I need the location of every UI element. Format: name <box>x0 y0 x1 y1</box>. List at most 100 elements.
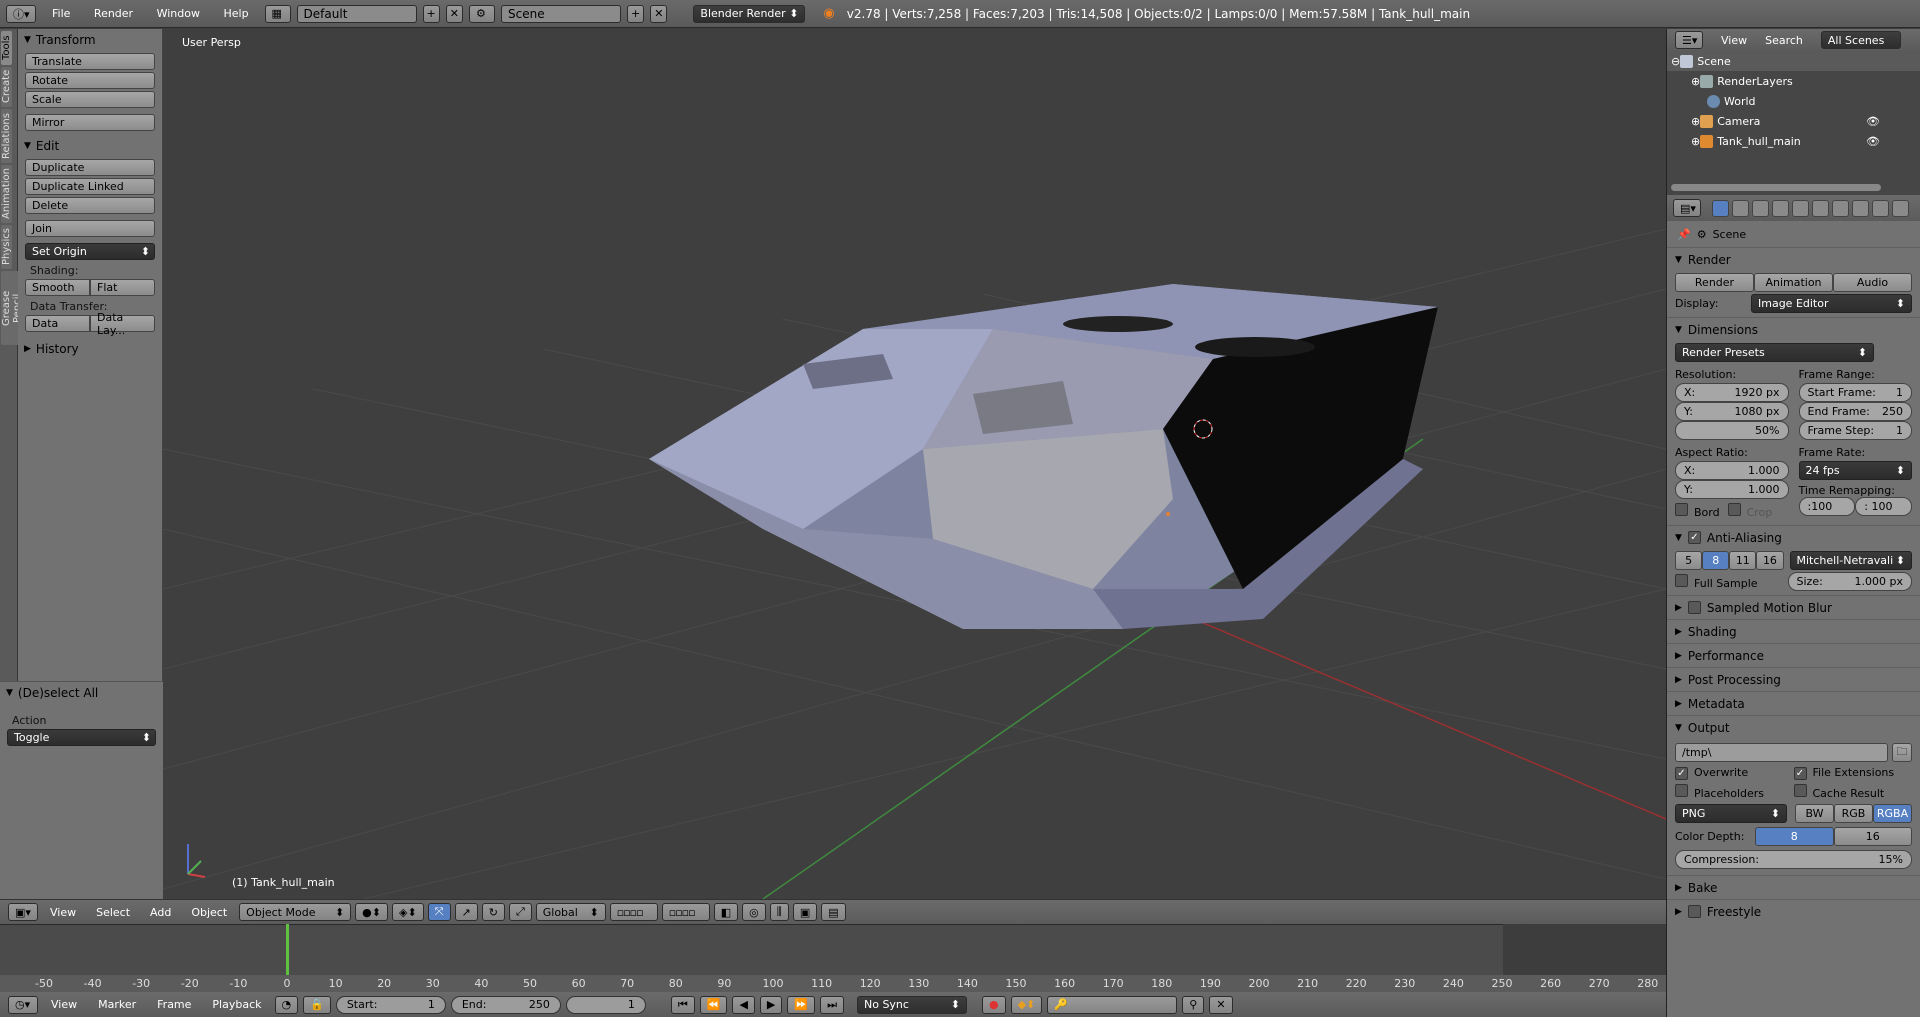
menu-view-timeline[interactable]: View <box>51 998 77 1011</box>
delete-button[interactable]: Delete <box>25 197 155 214</box>
output-path-field[interactable]: /tmp\ <box>1675 743 1888 762</box>
sync-select[interactable]: No Sync ⬍ <box>856 995 967 1014</box>
display-select[interactable]: Image Editor ⬍ <box>1751 294 1912 313</box>
menu-select[interactable]: Select <box>96 906 130 919</box>
menu-object[interactable]: Object <box>191 906 227 919</box>
tab-relations[interactable]: Relations <box>1 109 12 163</box>
join-button[interactable]: Join <box>25 220 155 237</box>
motion-blur-panel-header[interactable]: ▶ Sampled Motion Blur <box>1667 595 1920 619</box>
color-rgba-button[interactable]: RGBA <box>1873 804 1912 823</box>
full-sample-checkbox[interactable]: Full Sample <box>1675 573 1782 590</box>
frame-step-field[interactable]: Frame Step: 1 <box>1798 421 1912 440</box>
frame-rate-select[interactable]: 24 fps ⬍ <box>1798 461 1912 480</box>
scale-button[interactable]: Scale <box>25 91 155 108</box>
remove-layout-button[interactable]: ✕ <box>445 4 463 23</box>
scale-manipulator-icon[interactable]: ⤢ <box>508 903 532 921</box>
operator-panel-header[interactable]: ▼ (De)select All <box>0 682 163 704</box>
menu-render[interactable]: Render <box>94 7 133 20</box>
editor-type-3d-button[interactable]: ▣▾ <box>8 903 38 921</box>
outliner-item-renderlayers[interactable]: ⊕ RenderLayers <box>1667 71 1920 91</box>
snap-icon[interactable]: ⫼ <box>769 903 789 921</box>
material-tab-icon[interactable] <box>1872 199 1889 217</box>
rotate-button[interactable]: Rotate <box>25 72 155 89</box>
data-tab-icon[interactable] <box>1852 199 1869 217</box>
editor-type-properties-button[interactable]: ▤▾ <box>1673 199 1701 217</box>
3d-viewport[interactable] <box>163 29 1666 899</box>
layers-grid-icon[interactable]: ▫▫▫▫ <box>609 903 658 921</box>
tab-tools[interactable]: Tools <box>1 31 12 65</box>
dimensions-panel-header[interactable]: ▼ Dimensions <box>1667 317 1920 341</box>
flat-button[interactable]: Flat <box>90 279 155 296</box>
file-format-select[interactable]: PNG ⬍ <box>1675 804 1787 823</box>
res-y-field[interactable]: Y: 1080 px <box>1675 402 1789 421</box>
layers-grid-icon-2[interactable]: ▫▫▫▫ <box>661 903 710 921</box>
anti-aliasing-panel-header[interactable]: ▼ ✓ Anti-Aliasing <box>1667 525 1920 549</box>
menu-file[interactable]: File <box>52 7 70 20</box>
mirror-button[interactable]: Mirror <box>25 114 155 131</box>
proportional-edit-icon[interactable]: ◎ <box>742 903 766 921</box>
prev-keyframe-icon[interactable]: ⏪ <box>699 995 728 1014</box>
filter-size-field[interactable]: Size: 1.000 px <box>1787 572 1912 591</box>
editor-type-info-button[interactable]: ⓘ▾ <box>6 4 36 23</box>
overwrite-checkbox[interactable]: ✓ Overwrite <box>1675 766 1794 780</box>
keying-set-field[interactable]: 🔑 <box>1047 995 1178 1014</box>
world-tab-icon[interactable] <box>1772 199 1789 217</box>
performance-panel-header[interactable]: ▶ Performance <box>1667 643 1920 667</box>
metadata-panel-header[interactable]: ▶ Metadata <box>1667 691 1920 715</box>
constraints-tab-icon[interactable] <box>1812 199 1829 217</box>
aa-filter-select[interactable]: Mitchell-Netravali ⬍ <box>1789 551 1912 570</box>
scene-tab-icon[interactable] <box>1752 199 1769 217</box>
motion-blur-checkbox[interactable] <box>1687 601 1701 614</box>
aa-samples-8[interactable]: 8 <box>1702 551 1730 570</box>
rotate-manipulator-icon[interactable]: ↻ <box>481 903 505 921</box>
action-dropdown[interactable]: Toggle ⬍ <box>7 729 156 746</box>
play-reverse-icon[interactable]: ◀ <box>732 995 755 1014</box>
transform-panel-header[interactable]: ▼ Transform <box>18 29 162 51</box>
frame-ruler[interactable]: -50 -40 -30 -20 -10 0 10 20 30 40 50 60 70 80 90 100 110… <box>0 975 1666 992</box>
add-scene-button[interactable]: + <box>626 4 645 23</box>
add-layout-button[interactable]: + <box>422 4 440 23</box>
data-layers-button[interactable]: Data Lay... <box>90 311 155 337</box>
opengl-render-icon[interactable]: ▣ <box>792 903 818 921</box>
lock-icon[interactable]: 🔒 <box>303 995 331 1014</box>
audio-button[interactable]: Audio <box>1833 273 1912 292</box>
start-frame-prop-field[interactable]: Start Frame: 1 <box>1798 383 1912 402</box>
aa-samples-5[interactable]: 5 <box>1675 551 1703 570</box>
outliner-item-tank-hull[interactable]: ⊕ Tank_hull_main 👁 <box>1667 131 1920 151</box>
output-panel-header[interactable]: ▼ Output <box>1667 715 1920 739</box>
depth-16-button[interactable]: 16 <box>1833 827 1912 846</box>
menu-playback[interactable]: Playback <box>212 998 261 1011</box>
pivot-select[interactable]: ◈⬍ <box>392 903 424 921</box>
render-engine-select[interactable]: Blender Render ⬍ <box>693 4 806 23</box>
tab-physics[interactable]: Physics <box>1 225 12 269</box>
visibility-eye-icon[interactable]: 👁 <box>1866 115 1880 128</box>
outliner-item-camera[interactable]: ⊕ Camera 👁 <box>1667 111 1920 131</box>
menu-view[interactable]: View <box>50 906 76 919</box>
freestyle-panel-header[interactable]: ▶ Freestyle <box>1667 899 1920 923</box>
end-frame-prop-field[interactable]: End Frame: 250 <box>1798 402 1912 421</box>
aa-samples-11[interactable]: 11 <box>1729 551 1757 570</box>
menu-frame[interactable]: Frame <box>157 998 191 1011</box>
editor-type-outliner-button[interactable]: ☰▾ <box>1675 31 1703 49</box>
mode-select[interactable]: Object Mode ⬍ <box>239 903 352 921</box>
smooth-button[interactable]: Smooth <box>25 279 90 296</box>
history-panel-header[interactable]: ▶ History <box>18 338 162 360</box>
translate-button[interactable]: Translate <box>25 53 155 70</box>
pin-icon[interactable]: 📌 <box>1677 228 1691 241</box>
orientation-select[interactable]: Global ⬍ <box>535 903 606 921</box>
current-frame-field[interactable]: 1 <box>565 995 646 1014</box>
bord-checkbox[interactable]: Bord <box>1675 503 1720 519</box>
modifiers-tab-icon[interactable] <box>1832 199 1849 217</box>
shading-panel-header[interactable]: ▶ Shading <box>1667 619 1920 643</box>
render-presets-select[interactable]: Render Presets ⬍ <box>1675 343 1874 362</box>
scene-field[interactable]: Scene <box>500 4 621 23</box>
menu-add[interactable]: Add <box>150 906 171 919</box>
compression-slider[interactable]: Compression: 15% <box>1675 850 1912 869</box>
depth-8-button[interactable]: 8 <box>1755 827 1834 846</box>
res-x-field[interactable]: X: 1920 px <box>1675 383 1789 402</box>
editor-type-timeline-button[interactable]: ◷▾ <box>8 995 38 1014</box>
color-rgb-button[interactable]: RGB <box>1834 804 1873 823</box>
render-tab-icon[interactable] <box>1712 199 1729 217</box>
translate-manipulator-icon[interactable]: ↗ <box>454 903 478 921</box>
record-icon[interactable]: ● <box>981 995 1006 1014</box>
